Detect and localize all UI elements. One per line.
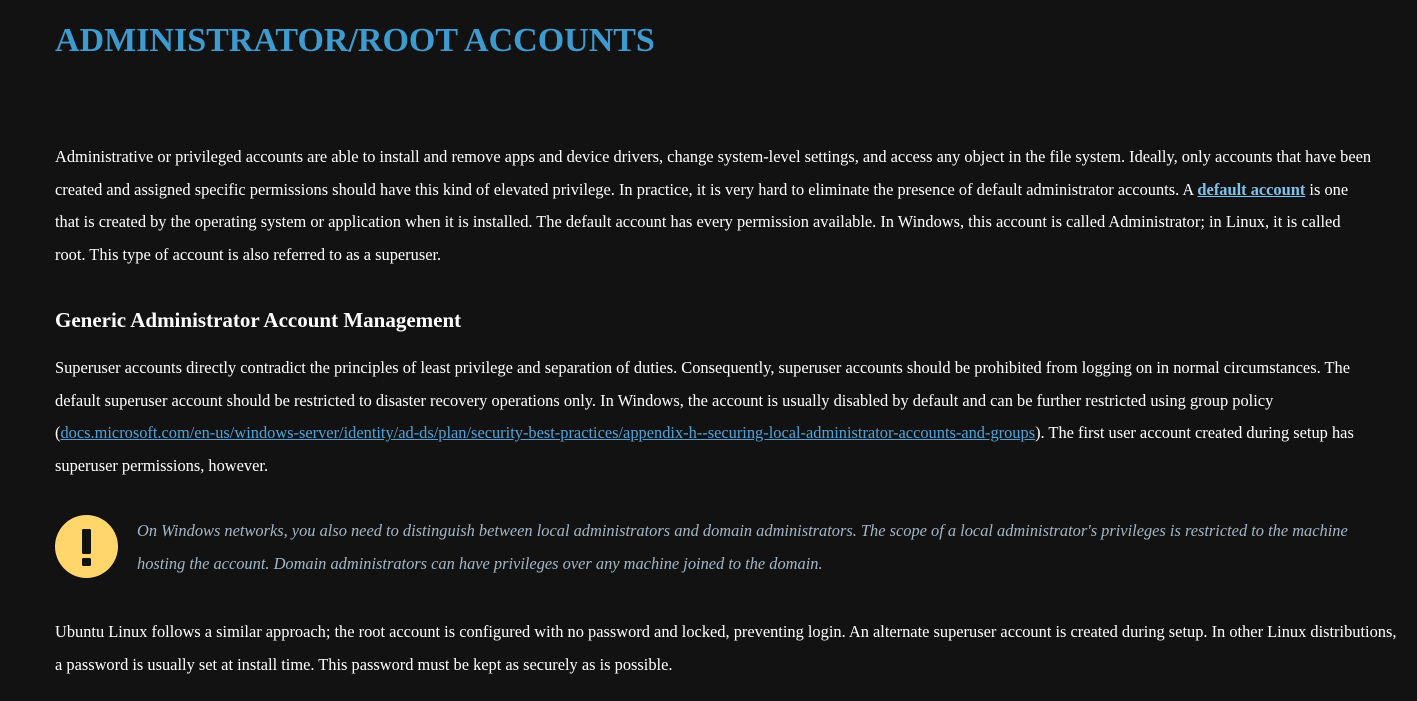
- page: ADMINISTRATOR/ROOT ACCOUNTS Administrati…: [0, 0, 1417, 701]
- intro-text-before-link: Administrative or privileged accounts ar…: [55, 147, 1372, 199]
- section-heading: Generic Administrator Account Management: [55, 308, 462, 332]
- exclamation-icon: [55, 515, 118, 578]
- ubuntu-paragraph: Ubuntu Linux follows a similar approach;…: [55, 622, 1397, 674]
- superuser-paragraph: Superuser accounts directly contradict t…: [55, 352, 1375, 482]
- page-title: ADMINISTRATOR/ROOT ACCOUNTS: [55, 22, 655, 59]
- microsoft-docs-link[interactable]: docs.microsoft.com/en-us/windows-server/…: [60, 423, 1035, 442]
- note-text: On Windows networks, you also need to di…: [137, 521, 1348, 573]
- intro-paragraph: Administrative or privileged accounts ar…: [55, 141, 1375, 271]
- warning-note: On Windows networks, you also need to di…: [55, 514, 1395, 580]
- default-account-link[interactable]: default account: [1197, 180, 1305, 199]
